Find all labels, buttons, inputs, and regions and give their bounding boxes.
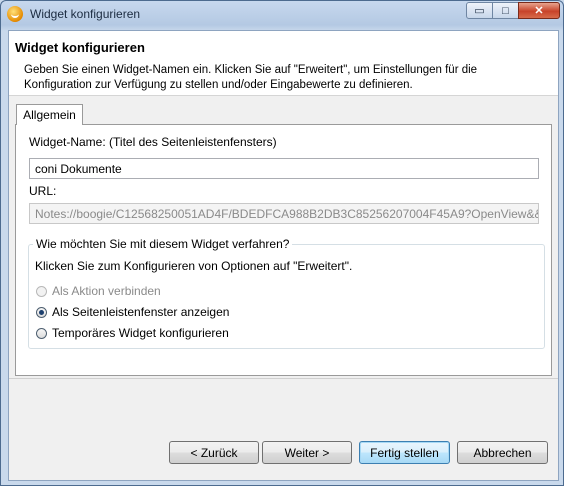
options-hint: Klicken Sie zum Konfigurieren von Option…	[35, 259, 353, 273]
options-group: Wie möchten Sie mit diesem Widget verfah…	[28, 237, 545, 349]
radio-button-selected[interactable]	[36, 306, 47, 318]
next-button[interactable]: Weiter >	[262, 441, 352, 464]
widget-name-label: Widget-Name: (Titel des Seitenleistenfen…	[29, 135, 277, 149]
url-field[interactable]: Notes://boogie/C12568250051AD4F/BDEDFCA9…	[29, 203, 539, 224]
cancel-button[interactable]: Abbrechen	[457, 441, 548, 464]
tab-panel-general: Widget-Name: (Titel des Seitenleistenfen…	[15, 124, 552, 376]
radio-show-as-sidebar-panel[interactable]: Als Seitenleistenfenster anzeigen	[36, 305, 229, 319]
radio-configure-temporary-widget[interactable]: Temporäres Widget konfigurieren	[36, 326, 229, 340]
maximize-button[interactable]: □	[492, 2, 519, 19]
minimize-button[interactable]: ▭	[466, 2, 493, 19]
radio-label: Als Seitenleistenfenster anzeigen	[52, 305, 230, 319]
url-label: URL:	[29, 184, 57, 198]
dialog-window: Widget konfigurieren ▭ □ ✕ Widget konfig…	[0, 0, 564, 486]
options-group-legend: Wie möchten Sie mit diesem Widget verfah…	[33, 237, 293, 251]
close-button[interactable]: ✕	[518, 2, 560, 19]
window-title: Widget konfigurieren	[30, 7, 141, 21]
radio-button[interactable]	[36, 327, 47, 339]
radio-button[interactable]	[36, 285, 47, 297]
page-title: Widget konfigurieren	[15, 40, 145, 55]
radio-connect-as-action[interactable]: Als Aktion verbinden	[36, 284, 161, 298]
finish-button[interactable]: Fertig stellen	[359, 441, 450, 464]
back-button[interactable]: < Zurück	[169, 441, 259, 464]
dialog-body: Widget konfigurieren Geben Sie einen Wid…	[8, 30, 559, 481]
page-description: Geben Sie einen Widget-Namen ein. Klicke…	[24, 64, 478, 91]
tab-allgemein[interactable]: Allgemein	[16, 104, 83, 125]
app-logo-icon	[7, 6, 23, 22]
title-bar[interactable]: Widget konfigurieren ▭ □ ✕	[1, 1, 563, 27]
radio-label: Als Aktion verbinden	[52, 284, 161, 298]
divider	[9, 378, 558, 379]
widget-name-input[interactable]: coni Dokumente	[29, 158, 539, 179]
radio-label: Temporäres Widget konfigurieren	[52, 326, 229, 340]
header-banner: Widget konfigurieren Geben Sie einen Wid…	[9, 31, 558, 96]
